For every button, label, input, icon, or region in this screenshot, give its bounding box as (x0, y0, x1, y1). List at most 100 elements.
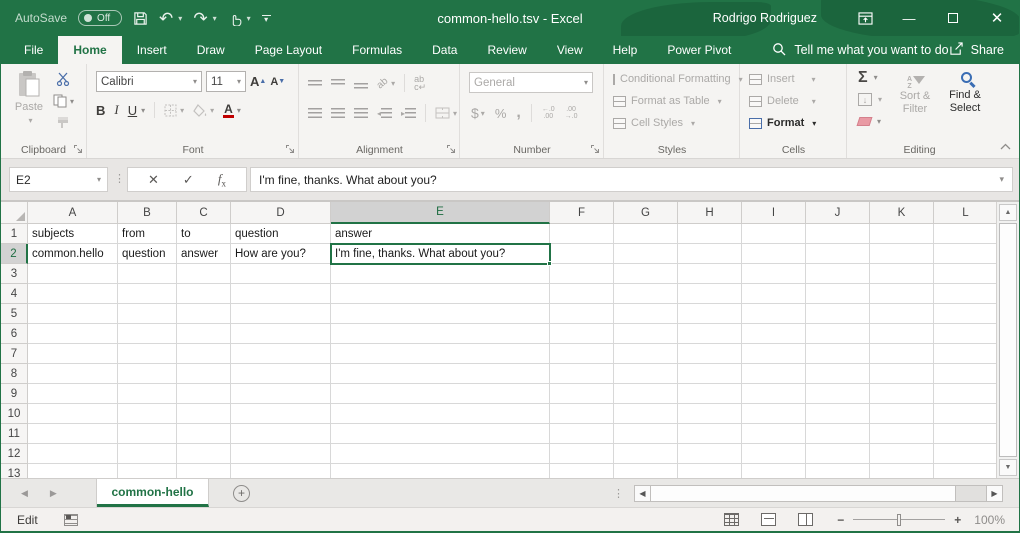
sheet-tab-common-hello[interactable]: common-hello (97, 479, 209, 507)
column-header-F[interactable]: F (550, 202, 614, 224)
cell-B4[interactable] (118, 284, 177, 304)
percent-format-icon[interactable]: % (495, 106, 507, 121)
select-all-corner[interactable] (1, 202, 28, 224)
delete-cells-button[interactable]: Delete ▾ (741, 90, 846, 112)
tabbar-resize-handle[interactable]: ⋮ (613, 487, 624, 500)
tab-draw[interactable]: Draw (182, 36, 240, 64)
cell-L10[interactable] (934, 404, 998, 424)
scroll-right-icon[interactable]: ▶ (986, 485, 1003, 502)
scroll-down-icon[interactable]: ▼ (999, 459, 1017, 476)
column-header-I[interactable]: I (742, 202, 806, 224)
cell-I3[interactable] (742, 264, 806, 284)
column-header-H[interactable]: H (678, 202, 742, 224)
cell-H11[interactable] (678, 424, 742, 444)
cell-E9[interactable] (331, 384, 550, 404)
cell-K10[interactable] (870, 404, 934, 424)
cell-K4[interactable] (870, 284, 934, 304)
row-header-10[interactable]: 10 (1, 404, 28, 424)
scroll-up-icon[interactable]: ▲ (999, 204, 1017, 221)
number-format-select[interactable]: General▾ (469, 72, 593, 93)
middle-align-icon[interactable] (331, 79, 345, 87)
cell-F8[interactable] (550, 364, 614, 384)
cell-H7[interactable] (678, 344, 742, 364)
cell-C3[interactable] (177, 264, 231, 284)
cell-H2[interactable] (678, 244, 742, 264)
column-header-C[interactable]: C (177, 202, 231, 224)
cell-A1[interactable]: subjects (28, 224, 118, 244)
borders-icon[interactable]: ▾ (164, 104, 184, 117)
column-header-E[interactable]: E (331, 202, 550, 224)
cell-C12[interactable] (177, 444, 231, 464)
cell-H1[interactable] (678, 224, 742, 244)
cell-I5[interactable] (742, 304, 806, 324)
cell-A3[interactable] (28, 264, 118, 284)
alignment-dialog-launcher-icon[interactable] (446, 144, 456, 154)
cell-A11[interactable] (28, 424, 118, 444)
cell-L12[interactable] (934, 444, 998, 464)
cell-H10[interactable] (678, 404, 742, 424)
next-sheet-icon[interactable]: ▶ (50, 488, 57, 499)
cell-C5[interactable] (177, 304, 231, 324)
tab-file[interactable]: File (9, 36, 58, 64)
cell-D5[interactable] (231, 304, 331, 324)
row-header-2[interactable]: 2 (1, 244, 28, 264)
font-name-select[interactable]: Calibri▾ (96, 71, 202, 92)
name-box[interactable]: E2 ▾ (9, 167, 108, 192)
top-align-icon[interactable] (308, 80, 322, 86)
orientation-dropdown-icon[interactable]: ▾ (391, 79, 395, 88)
cut-icon[interactable] (53, 72, 74, 86)
horizontal-scroll-thumb[interactable] (651, 486, 956, 501)
tab-insert[interactable]: Insert (122, 36, 182, 64)
new-sheet-button[interactable]: + (233, 485, 250, 502)
cell-A8[interactable] (28, 364, 118, 384)
format-painter-icon[interactable] (53, 116, 74, 129)
cell-L9[interactable] (934, 384, 998, 404)
cell-F6[interactable] (550, 324, 614, 344)
cell-L11[interactable] (934, 424, 998, 444)
cell-C1[interactable]: to (177, 224, 231, 244)
font-color-icon[interactable]: A ▾ (223, 103, 241, 118)
cell-C8[interactable] (177, 364, 231, 384)
fill-color-dropdown-icon[interactable]: ▾ (210, 106, 214, 115)
cell-G9[interactable] (614, 384, 678, 404)
cell-J9[interactable] (806, 384, 870, 404)
format-cells-button[interactable]: Format ▾ (741, 112, 846, 134)
row-header-11[interactable]: 11 (1, 424, 28, 444)
cell-J5[interactable] (806, 304, 870, 324)
column-header-A[interactable]: A (28, 202, 118, 224)
clipboard-dialog-launcher-icon[interactable] (73, 144, 83, 154)
cell-H9[interactable] (678, 384, 742, 404)
fill-button[interactable]: ↓▾ (858, 91, 882, 108)
tab-page-layout[interactable]: Page Layout (240, 36, 337, 64)
merge-center-icon[interactable]: ▾ (435, 107, 457, 119)
user-name[interactable]: Rodrigo Rodriguez (713, 11, 817, 25)
cell-K9[interactable] (870, 384, 934, 404)
underline-button[interactable]: U (128, 103, 137, 118)
tab-view[interactable]: View (542, 36, 598, 64)
cell-L13[interactable] (934, 464, 998, 478)
cell-L6[interactable] (934, 324, 998, 344)
find-select-button[interactable]: Find & Select (942, 70, 990, 115)
row-header-13[interactable]: 13 (1, 464, 28, 478)
comma-format-icon[interactable]: , (516, 104, 520, 122)
cell-G1[interactable] (614, 224, 678, 244)
cell-C13[interactable] (177, 464, 231, 478)
cell-F5[interactable] (550, 304, 614, 324)
cell-F9[interactable] (550, 384, 614, 404)
underline-dropdown-icon[interactable]: ▾ (141, 106, 145, 115)
cell-I9[interactable] (742, 384, 806, 404)
cell-G7[interactable] (614, 344, 678, 364)
increase-font-size-button[interactable]: A▲ (250, 74, 266, 89)
column-header-D[interactable]: D (231, 202, 331, 224)
cell-K6[interactable] (870, 324, 934, 344)
cell-F4[interactable] (550, 284, 614, 304)
copy-icon[interactable]: ▾ (53, 94, 74, 108)
maximize-button[interactable] (931, 0, 975, 36)
autosum-button[interactable]: Σ▾ (858, 69, 882, 86)
cell-D11[interactable] (231, 424, 331, 444)
format-as-table-button[interactable]: Format as Table ▾ (605, 90, 739, 112)
cell-E11[interactable] (331, 424, 550, 444)
scroll-left-icon[interactable]: ◀ (634, 485, 651, 502)
macro-record-icon[interactable] (64, 514, 78, 526)
collapse-ribbon-icon[interactable] (1000, 141, 1011, 153)
